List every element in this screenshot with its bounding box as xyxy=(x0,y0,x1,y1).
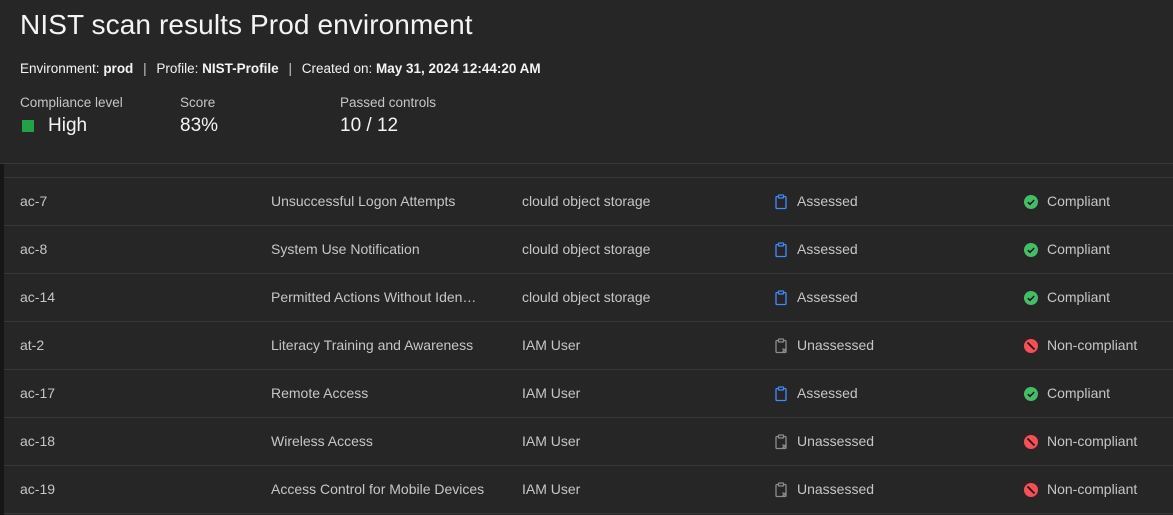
control-name: Permitted Actions Without Iden… xyxy=(271,289,477,305)
checkmark-icon xyxy=(1023,194,1039,210)
compliance-status: Compliant xyxy=(1023,178,1110,225)
assessment-label: Assessed xyxy=(797,385,858,401)
compliance-indicator-icon xyxy=(22,120,34,132)
page-title: NIST scan results Prod environment xyxy=(20,9,473,40)
control-id: ac-18 xyxy=(20,433,56,449)
table-row[interactable]: ac-19 Access Control for Mobile Devices … xyxy=(4,466,1173,514)
clipboard-icon xyxy=(773,193,789,210)
environment-label: Environment: xyxy=(20,61,100,76)
control-id: at-2 xyxy=(20,337,45,353)
clipboard-x-icon xyxy=(773,337,789,354)
table-divider xyxy=(4,177,1173,178)
status-label: Non-compliant xyxy=(1047,433,1138,449)
passed-controls-stat: Passed controls 10 / 12 xyxy=(340,95,436,137)
compliance-status: Compliant xyxy=(1023,370,1110,417)
table-row[interactable]: ac-8 System Use Notification clould obje… xyxy=(4,226,1173,274)
misuse-icon xyxy=(1023,434,1039,450)
compliance-status: Non-compliant xyxy=(1023,466,1137,513)
passed-controls-value: 10 / 12 xyxy=(340,115,399,136)
control-name: Unsuccessful Logon Attempts xyxy=(271,193,456,209)
assessment-label: Unassessed xyxy=(797,433,875,449)
passed-controls-label: Passed controls xyxy=(340,95,437,110)
resource-name: IAM User xyxy=(522,385,581,401)
assessment-label: Unassessed xyxy=(797,337,875,353)
clipboard-icon xyxy=(773,385,789,402)
checkmark-icon xyxy=(1023,386,1039,402)
assessment-status: Assessed xyxy=(773,274,858,321)
created-value: May 31, 2024 12:44:20 AM xyxy=(376,61,541,76)
profile-value: NIST-Profile xyxy=(202,61,279,76)
control-name: Wireless Access xyxy=(271,433,373,449)
profile-label: Profile: xyxy=(156,61,199,76)
assessment-status: Assessed xyxy=(773,178,858,225)
clipboard-x-icon xyxy=(773,481,789,498)
created-label: Created on: xyxy=(301,61,373,76)
clipboard-icon xyxy=(773,289,789,306)
table-row[interactable]: ac-7 Unsuccessful Logon Attempts clould … xyxy=(4,178,1173,226)
checkmark-icon xyxy=(1023,242,1039,258)
status-label: Compliant xyxy=(1047,385,1111,401)
assessment-status: Unassessed xyxy=(773,466,874,513)
resource-name: IAM User xyxy=(522,481,581,497)
scan-metadata: Environment: prod | Profile: NIST-Profil… xyxy=(20,61,541,76)
assessment-label: Assessed xyxy=(797,289,858,305)
compliance-status: Non-compliant xyxy=(1023,418,1137,465)
resource-name: clould object storage xyxy=(522,193,651,209)
table-row[interactable]: at-2 Literacy Training and Awareness IAM… xyxy=(4,322,1173,370)
status-label: Compliant xyxy=(1047,241,1111,257)
compliance-level-value: High xyxy=(48,115,88,136)
control-id: ac-17 xyxy=(20,385,56,401)
score-label: Score xyxy=(180,95,216,110)
compliance-level-label: Compliance level xyxy=(20,95,123,110)
assessment-status: Unassessed xyxy=(773,418,874,465)
separator: | xyxy=(288,61,292,76)
status-label: Compliant xyxy=(1047,289,1111,305)
control-id: ac-19 xyxy=(20,481,56,497)
table-row[interactable]: ac-18 Wireless Access IAM User Unassesse… xyxy=(4,418,1173,466)
resource-name: clould object storage xyxy=(522,289,651,305)
assessment-label: Assessed xyxy=(797,193,858,209)
control-id: ac-8 xyxy=(20,241,48,257)
compliance-status: Compliant xyxy=(1023,274,1110,321)
resource-name: clould object storage xyxy=(522,241,651,257)
results-table[interactable]: ac-7 Unsuccessful Logon Attempts clould … xyxy=(4,164,1173,515)
assessment-label: Unassessed xyxy=(797,481,875,497)
clipboard-x-icon xyxy=(773,433,789,450)
status-label: Non-compliant xyxy=(1047,337,1138,353)
checkmark-icon xyxy=(1023,290,1039,306)
control-name: System Use Notification xyxy=(271,241,420,257)
environment-value: prod xyxy=(103,61,134,76)
status-label: Non-compliant xyxy=(1047,481,1138,497)
control-name: Access Control for Mobile Devices xyxy=(271,481,485,497)
control-name: Remote Access xyxy=(271,385,369,401)
assessment-label: Assessed xyxy=(797,241,858,257)
compliance-status: Non-compliant xyxy=(1023,322,1137,369)
assessment-status: Assessed xyxy=(773,226,858,273)
compliance-status: Compliant xyxy=(1023,226,1110,273)
misuse-icon xyxy=(1023,482,1039,498)
misuse-icon xyxy=(1023,338,1039,354)
compliance-level-stat: Compliance level High xyxy=(20,95,123,137)
score-value: 83% xyxy=(180,115,219,136)
resource-name: IAM User xyxy=(522,337,581,353)
clipboard-icon xyxy=(773,241,789,258)
resource-name: IAM User xyxy=(522,433,581,449)
score-stat: Score 83% xyxy=(180,95,218,137)
assessment-status: Unassessed xyxy=(773,322,874,369)
control-id: ac-14 xyxy=(20,289,56,305)
control-name: Literacy Training and Awareness xyxy=(271,337,474,353)
control-id: ac-7 xyxy=(20,193,48,209)
status-label: Compliant xyxy=(1047,193,1111,209)
separator: | xyxy=(143,61,147,76)
table-row[interactable]: ac-14 Permitted Actions Without Iden… cl… xyxy=(4,274,1173,322)
table-row[interactable]: ac-17 Remote Access IAM User Assessed Co… xyxy=(4,370,1173,418)
assessment-status: Assessed xyxy=(773,370,858,417)
page-header: NIST scan results Prod environment Envir… xyxy=(0,0,1173,164)
